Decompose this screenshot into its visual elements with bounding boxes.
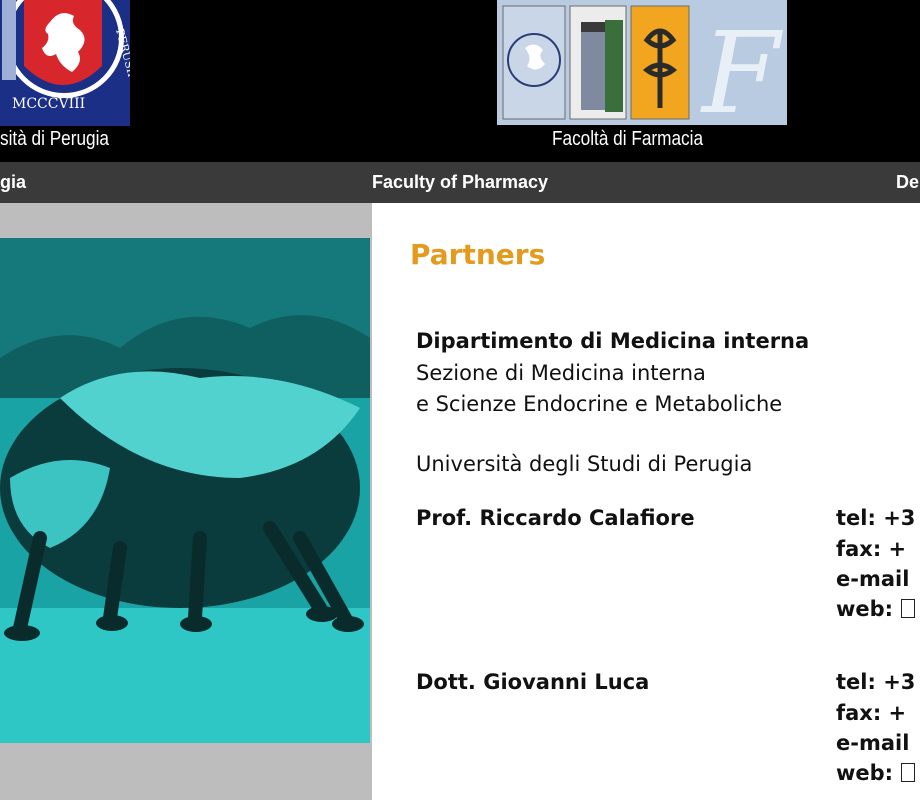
page-title: Partners <box>410 238 546 271</box>
contact-web-row-calafiore: web: <box>836 597 916 621</box>
contact-web-label-luca: web: <box>836 761 894 785</box>
university-seal-logo[interactable]: PERUSII MCCCVIII <box>0 0 130 126</box>
faculty-caption[interactable]: Facoltà di Farmacia <box>552 128 703 151</box>
contact-tel-calafiore: tel: +3 <box>836 506 916 530</box>
department-section-line2: e Scienze Endocrine e Metaboliche <box>416 392 783 416</box>
contact-fax-luca: fax: + <box>836 701 907 725</box>
seal-year-text: MCCCVIII <box>12 96 85 112</box>
nav-item-university[interactable]: gia <box>0 172 26 193</box>
department-section-line1: Sezione di Medicina interna <box>416 361 706 385</box>
contact-fax-calafiore: fax: + <box>836 537 907 561</box>
contact-name-calafiore: Prof. Riccardo Calafiore <box>416 506 695 530</box>
contact-web-row-luca: web: <box>836 761 916 785</box>
web-link-icon[interactable] <box>901 599 916 618</box>
top-nav-bar: gia Faculty of Pharmacy De <box>0 162 920 203</box>
contact-web-label-calafiore: web: <box>836 597 894 621</box>
department-name: Dipartimento di Medicina interna <box>416 329 810 353</box>
site-header: PERUSII MCCCVIII sità di Perugia F Facol… <box>0 0 920 162</box>
nav-item-faculty-of-pharmacy[interactable]: Faculty of Pharmacy <box>372 172 548 193</box>
contact-email-calafiore[interactable]: e-mail <box>836 567 909 591</box>
faculty-logo[interactable]: F <box>497 0 787 125</box>
university-name: Università degli Studi di Perugia <box>416 452 753 476</box>
contact-email-luca[interactable]: e-mail <box>836 731 909 755</box>
contact-name-luca: Dott. Giovanni Luca <box>416 670 650 694</box>
web-link-icon[interactable] <box>901 763 916 782</box>
faculty-logo-letter: F <box>700 9 783 125</box>
university-caption[interactable]: sità di Perugia <box>0 128 109 151</box>
contact-tel-luca: tel: +3 <box>836 670 916 694</box>
nav-item-department[interactable]: De <box>896 172 919 193</box>
rugby-scrum-photo <box>0 238 370 743</box>
